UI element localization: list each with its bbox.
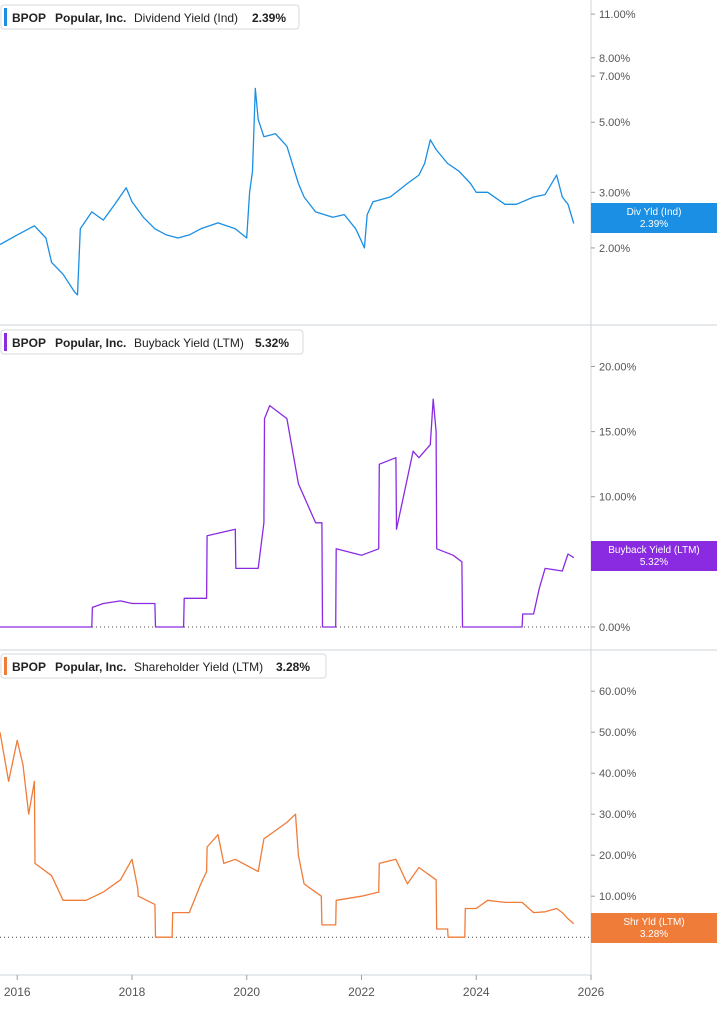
y-tick-label: 40.00%	[599, 768, 637, 780]
panel-company: Popular, Inc.	[55, 11, 126, 25]
x-tick-label: 2022	[348, 985, 375, 999]
panel-ticker: BPOP	[12, 336, 46, 350]
y-tick-label: 8.00%	[599, 53, 630, 65]
y-tick-label: 20.00%	[599, 362, 637, 374]
panel-value: 3.28%	[276, 660, 310, 674]
yield-charts: 11.00% 8.00% 7.00% 5.00% 3.00% 2.00% 20.00% 15…	[0, 0, 717, 1005]
current-value-tag: Shr Yld (LTM) 3.28%	[591, 913, 717, 943]
y-tick-label: 30.00%	[599, 809, 637, 821]
series-line	[0, 732, 575, 938]
y-tick-label: 0.00%	[599, 622, 630, 634]
value-tag-value: 2.39%	[640, 219, 668, 230]
value-tag-label: Shr Yld (LTM)	[623, 917, 684, 928]
buyback-yield-panel: 20.00% 15.00% 10.00% 0.00%	[0, 362, 637, 634]
value-tag-value: 3.28%	[640, 929, 668, 940]
dividend-yield-panel: 11.00% 8.00% 7.00% 5.00% 3.00% 2.00%	[0, 9, 636, 296]
panel-header: BPOP Popular, Inc. Buyback Yield (LTM) 5…	[0, 329, 304, 355]
series-line	[0, 87, 575, 296]
value-tag-value: 5.32%	[640, 557, 668, 568]
panel-company: Popular, Inc.	[55, 660, 126, 674]
current-value-tag: Div Yld (Ind) 2.39%	[591, 203, 717, 233]
x-tick-label: 2016	[4, 985, 31, 999]
x-tick-label: 2018	[119, 985, 146, 999]
x-tick-label: 2020	[233, 985, 260, 999]
panel-metric: Dividend Yield (Ind)	[134, 11, 238, 25]
y-tick-label: 15.00%	[599, 427, 637, 439]
y-tick-label: 10.00%	[599, 492, 637, 504]
x-axis: 2016 2018 2020 2022 2024 2026	[4, 975, 605, 999]
series-color-marker	[4, 333, 7, 351]
panel-value: 5.32%	[255, 336, 289, 350]
panel-header: BPOP Popular, Inc. Dividend Yield (Ind) …	[0, 4, 300, 30]
panel-ticker: BPOP	[12, 660, 46, 674]
series-line	[0, 398, 575, 628]
panel-metric: Buyback Yield (LTM)	[134, 336, 244, 350]
panel-company: Popular, Inc.	[55, 336, 126, 350]
panel-value: 2.39%	[252, 11, 286, 25]
value-tag-label: Div Yld (Ind)	[627, 207, 682, 218]
panel-ticker: BPOP	[12, 11, 46, 25]
current-value-tag: Buyback Yield (LTM) 5.32%	[591, 541, 717, 571]
x-tick-label: 2024	[463, 985, 490, 999]
y-tick-label: 3.00%	[599, 187, 630, 199]
y-tick-label: 10.00%	[599, 891, 637, 903]
y-tick-label: 2.00%	[599, 243, 630, 255]
y-tick-label: 11.00%	[599, 9, 636, 21]
y-tick-label: 20.00%	[599, 850, 637, 862]
shareholder-yield-panel: 60.00%50.00%40.00%30.00%20.00%10.00%0.00…	[0, 686, 637, 944]
y-tick-label: 5.00%	[599, 117, 630, 129]
panel-header: BPOP Popular, Inc. Shareholder Yield (LT…	[0, 653, 327, 679]
value-tag-label: Buyback Yield (LTM)	[608, 545, 700, 556]
y-tick-label: 7.00%	[599, 71, 630, 83]
y-tick-label: 50.00%	[599, 727, 637, 739]
yield-charts-svg: 11.00% 8.00% 7.00% 5.00% 3.00% 2.00% 20.00% 15…	[0, 0, 717, 999]
series-color-marker	[4, 8, 7, 26]
y-tick-label: 60.00%	[599, 686, 637, 698]
x-tick-label: 2026	[578, 985, 605, 999]
series-color-marker	[4, 657, 7, 675]
panel-metric: Shareholder Yield (LTM)	[134, 660, 263, 674]
